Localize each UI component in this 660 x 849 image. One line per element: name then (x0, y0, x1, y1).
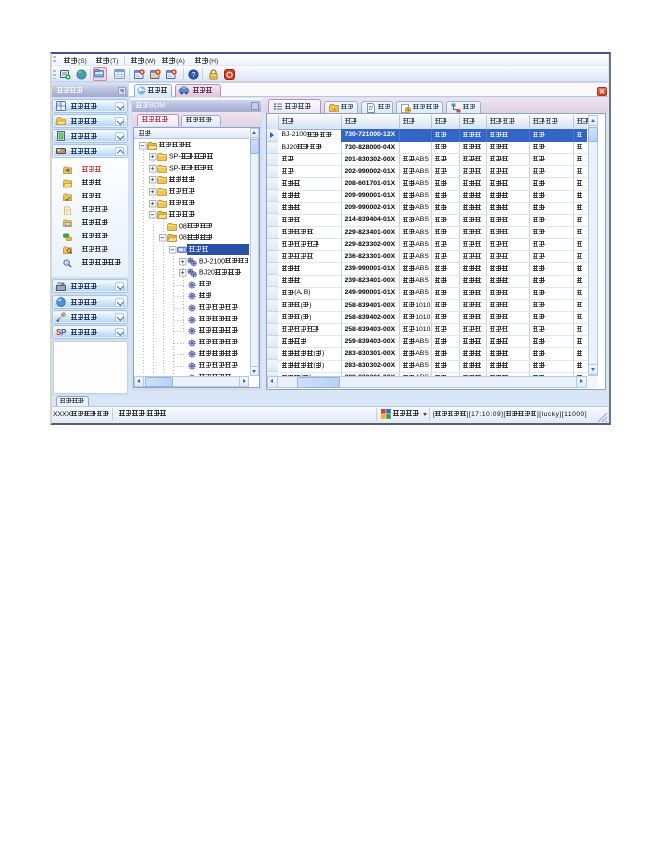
svg-text:P: P (61, 328, 66, 337)
svg-text:?: ? (191, 70, 195, 79)
